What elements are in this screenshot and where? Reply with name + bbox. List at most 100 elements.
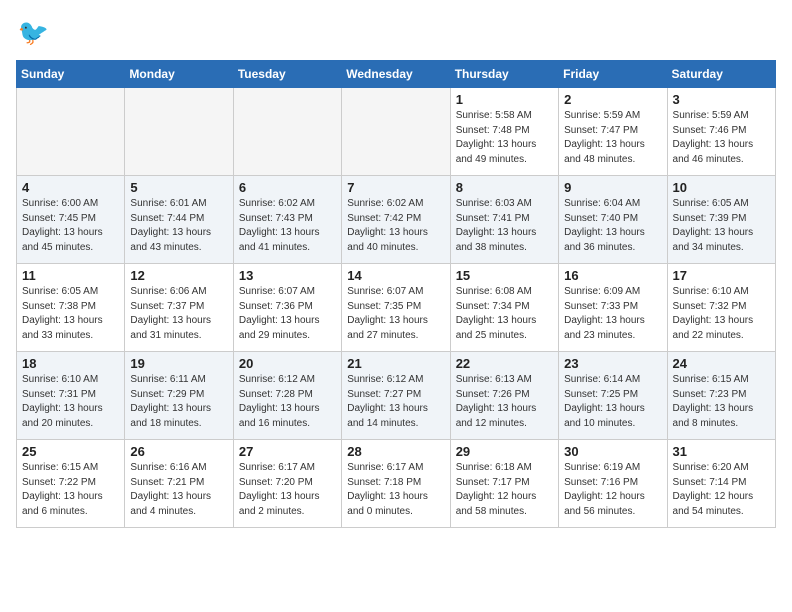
day-info: Sunrise: 6:18 AM Sunset: 7:17 PM Dayligh… xyxy=(456,461,553,519)
day-info: Sunrise: 6:16 AM Sunset: 7:21 PM Dayligh… xyxy=(130,461,227,519)
day-number: 31 xyxy=(673,444,770,459)
day-number: 24 xyxy=(673,356,770,371)
day-number: 25 xyxy=(22,444,119,459)
calendar-cell: 5 Sunrise: 6:01 AM Sunset: 7:44 PM Daylig… xyxy=(125,176,233,264)
day-number: 11 xyxy=(22,268,119,283)
calendar-week-row: 18 Sunrise: 6:10 AM Sunset: 7:31 PM Dayli… xyxy=(17,352,776,440)
calendar-cell xyxy=(342,88,450,176)
day-number: 6 xyxy=(239,180,336,195)
weekday-header: Thursday xyxy=(450,61,558,88)
day-number: 4 xyxy=(22,180,119,195)
calendar-cell: 19Sunrise: 6:11 AM Sunset: 7:29 PM Dayli… xyxy=(125,352,233,440)
day-info: Sunrise: 6:08 AM Sunset: 7:34 PM Dayligh… xyxy=(456,285,553,343)
day-number: 10 xyxy=(673,180,770,195)
calendar-cell: 7Sunrise: 6:02 AM Sunset: 7:42 PM Daylig… xyxy=(342,176,450,264)
calendar-cell: 14Sunrise: 6:07 AM Sunset: 7:35 PM Dayli… xyxy=(342,264,450,352)
day-number: 3 xyxy=(673,92,770,107)
calendar-cell xyxy=(17,88,125,176)
day-info: Sunrise: 6:20 AM Sunset: 7:14 PM Dayligh… xyxy=(673,461,770,519)
weekday-header: Tuesday xyxy=(233,61,341,88)
calendar-cell: 24 Sunrise: 6:15 AM Sunset: 7:23 PM Dayli… xyxy=(667,352,775,440)
day-number: 30 xyxy=(564,444,661,459)
day-info: Sunrise: 6:17 AM Sunset: 7:18 PM Dayligh… xyxy=(347,461,444,519)
weekday-header: Sunday xyxy=(17,61,125,88)
day-info: Sunrise: 6:00 AM Sunset: 7:45 PM Dayligh… xyxy=(22,197,119,255)
calendar-cell: 12 Sunrise: 6:06 AM Sunset: 7:37 PM Dayli… xyxy=(125,264,233,352)
calendar-cell: 31 Sunrise: 6:20 AM Sunset: 7:14 PM Dayli… xyxy=(667,440,775,528)
day-info: Sunrise: 6:15 AM Sunset: 7:23 PM Dayligh… xyxy=(673,373,770,431)
day-info: Sunrise: 6:09 AM Sunset: 7:33 PM Dayligh… xyxy=(564,285,661,343)
calendar-cell: 2 Sunrise: 5:59 AM Sunset: 7:47 PM Daylig… xyxy=(559,88,667,176)
weekday-header-row: SundayMondayTuesdayWednesdayThursdayFrid… xyxy=(17,61,776,88)
day-number: 13 xyxy=(239,268,336,283)
calendar-cell: 10 Sunrise: 6:05 AM Sunset: 7:39 PM Dayli… xyxy=(667,176,775,264)
calendar-cell xyxy=(233,88,341,176)
calendar-cell: 4 Sunrise: 6:00 AM Sunset: 7:45 PM Daylig… xyxy=(17,176,125,264)
calendar-cell: 25 Sunrise: 6:15 AM Sunset: 7:22 PM Dayli… xyxy=(17,440,125,528)
weekday-header: Wednesday xyxy=(342,61,450,88)
day-info: Sunrise: 6:10 AM Sunset: 7:31 PM Dayligh… xyxy=(22,373,119,431)
day-number: 29 xyxy=(456,444,553,459)
calendar-cell: 21Sunrise: 6:12 AM Sunset: 7:27 PM Dayli… xyxy=(342,352,450,440)
day-number: 9 xyxy=(564,180,661,195)
calendar-cell: 1 Sunrise: 5:58 AM Sunset: 7:48 PM Daylig… xyxy=(450,88,558,176)
calendar-cell: 6 Sunrise: 6:02 AM Sunset: 7:43 PM Daylig… xyxy=(233,176,341,264)
calendar-cell: 3 Sunrise: 5:59 AM Sunset: 7:46 PM Daylig… xyxy=(667,88,775,176)
day-info: Sunrise: 5:59 AM Sunset: 7:47 PM Dayligh… xyxy=(564,109,661,167)
calendar-cell: 18 Sunrise: 6:10 AM Sunset: 7:31 PM Dayli… xyxy=(17,352,125,440)
day-number: 28 xyxy=(347,444,444,459)
calendar-week-row: 4 Sunrise: 6:00 AM Sunset: 7:45 PM Daylig… xyxy=(17,176,776,264)
day-number: 12 xyxy=(130,268,227,283)
day-info: Sunrise: 5:59 AM Sunset: 7:46 PM Dayligh… xyxy=(673,109,770,167)
calendar-cell: 11 Sunrise: 6:05 AM Sunset: 7:38 PM Dayli… xyxy=(17,264,125,352)
calendar-cell: 27Sunrise: 6:17 AM Sunset: 7:20 PM Dayli… xyxy=(233,440,341,528)
calendar-cell: 30 Sunrise: 6:19 AM Sunset: 7:16 PM Dayli… xyxy=(559,440,667,528)
day-info: Sunrise: 6:05 AM Sunset: 7:39 PM Dayligh… xyxy=(673,197,770,255)
day-info: Sunrise: 6:11 AM Sunset: 7:29 PM Dayligh… xyxy=(130,373,227,431)
weekday-header: Saturday xyxy=(667,61,775,88)
day-number: 23 xyxy=(564,356,661,371)
day-number: 17 xyxy=(673,268,770,283)
day-info: Sunrise: 6:04 AM Sunset: 7:40 PM Dayligh… xyxy=(564,197,661,255)
day-number: 26 xyxy=(130,444,227,459)
weekday-header: Monday xyxy=(125,61,233,88)
day-number: 20 xyxy=(239,356,336,371)
day-info: Sunrise: 6:06 AM Sunset: 7:37 PM Dayligh… xyxy=(130,285,227,343)
day-info: Sunrise: 6:07 AM Sunset: 7:36 PM Dayligh… xyxy=(239,285,336,343)
calendar-table: SundayMondayTuesdayWednesdayThursdayFrid… xyxy=(16,60,776,528)
day-number: 18 xyxy=(22,356,119,371)
day-info: Sunrise: 5:58 AM Sunset: 7:48 PM Dayligh… xyxy=(456,109,553,167)
day-number: 27 xyxy=(239,444,336,459)
weekday-header: Friday xyxy=(559,61,667,88)
day-number: 2 xyxy=(564,92,661,107)
day-number: 22 xyxy=(456,356,553,371)
day-info: Sunrise: 6:15 AM Sunset: 7:22 PM Dayligh… xyxy=(22,461,119,519)
calendar-week-row: 25 Sunrise: 6:15 AM Sunset: 7:22 PM Dayli… xyxy=(17,440,776,528)
day-number: 1 xyxy=(456,92,553,107)
day-number: 14 xyxy=(347,268,444,283)
day-info: Sunrise: 6:19 AM Sunset: 7:16 PM Dayligh… xyxy=(564,461,661,519)
day-info: Sunrise: 6:10 AM Sunset: 7:32 PM Dayligh… xyxy=(673,285,770,343)
calendar-cell xyxy=(125,88,233,176)
day-info: Sunrise: 6:12 AM Sunset: 7:28 PM Dayligh… xyxy=(239,373,336,431)
day-info: Sunrise: 6:03 AM Sunset: 7:41 PM Dayligh… xyxy=(456,197,553,255)
day-info: Sunrise: 6:01 AM Sunset: 7:44 PM Dayligh… xyxy=(130,197,227,255)
day-number: 8 xyxy=(456,180,553,195)
day-info: Sunrise: 6:02 AM Sunset: 7:42 PM Dayligh… xyxy=(347,197,444,255)
logo-icon: 🐦 xyxy=(16,16,52,52)
calendar-cell: 23 Sunrise: 6:14 AM Sunset: 7:25 PM Dayli… xyxy=(559,352,667,440)
day-number: 21 xyxy=(347,356,444,371)
day-number: 16 xyxy=(564,268,661,283)
calendar-cell: 8 Sunrise: 6:03 AM Sunset: 7:41 PM Daylig… xyxy=(450,176,558,264)
calendar-cell: 22Sunrise: 6:13 AM Sunset: 7:26 PM Dayli… xyxy=(450,352,558,440)
calendar-cell: 20 Sunrise: 6:12 AM Sunset: 7:28 PM Dayli… xyxy=(233,352,341,440)
logo: 🐦 xyxy=(16,16,56,52)
day-info: Sunrise: 6:02 AM Sunset: 7:43 PM Dayligh… xyxy=(239,197,336,255)
calendar-week-row: 1 Sunrise: 5:58 AM Sunset: 7:48 PM Daylig… xyxy=(17,88,776,176)
day-number: 5 xyxy=(130,180,227,195)
day-info: Sunrise: 6:14 AM Sunset: 7:25 PM Dayligh… xyxy=(564,373,661,431)
calendar-cell: 17 Sunrise: 6:10 AM Sunset: 7:32 PM Dayli… xyxy=(667,264,775,352)
header: 🐦 xyxy=(16,16,776,52)
day-info: Sunrise: 6:05 AM Sunset: 7:38 PM Dayligh… xyxy=(22,285,119,343)
calendar-week-row: 11 Sunrise: 6:05 AM Sunset: 7:38 PM Dayli… xyxy=(17,264,776,352)
